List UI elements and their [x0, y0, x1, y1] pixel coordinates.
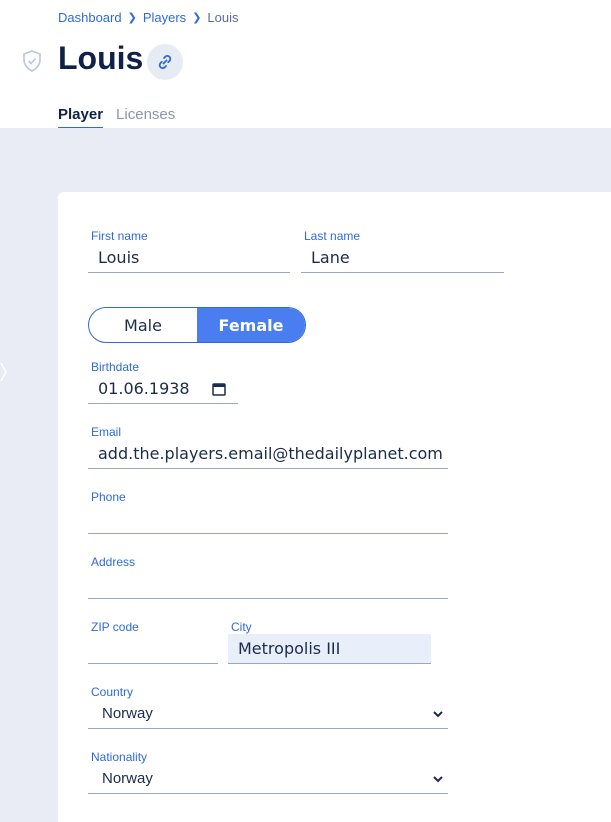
link-icon	[158, 55, 172, 69]
first-name-label: First name	[91, 229, 148, 243]
city-input[interactable]: Metropolis III	[228, 634, 431, 664]
zip-input[interactable]	[88, 634, 218, 664]
page-title: Louis	[58, 40, 144, 76]
email-field: Email add.the.players.email@thedailyplan…	[88, 425, 448, 469]
gender-male-option[interactable]: Male	[89, 308, 197, 342]
nationality-value: Norway	[102, 770, 153, 787]
breadcrumb-current: Louis	[207, 10, 239, 25]
email-label: Email	[91, 425, 122, 439]
tab-bar: Player Licenses	[58, 106, 188, 130]
breadcrumb-separator-icon: ❯	[127, 12, 137, 24]
tab-licenses[interactable]: Licenses	[116, 106, 175, 130]
last-name-label: Last name	[304, 229, 361, 243]
chevron-down-icon	[433, 776, 443, 783]
birthdate-value: 01.06.1938	[98, 379, 190, 398]
first-name-field: First name Louis	[88, 229, 290, 273]
breadcrumb-players[interactable]: Players	[143, 10, 186, 25]
nationality-select[interactable]: Norway	[88, 764, 448, 794]
address-label: Address	[91, 555, 136, 569]
chevron-down-icon	[433, 711, 443, 718]
nationality-field: Nationality Norway	[88, 750, 448, 794]
breadcrumb: Dashboard ❯ Players ❯ Louis	[58, 10, 238, 25]
birthdate-field: Birthdate 01.06.1938	[88, 360, 238, 404]
phone-label: Phone	[91, 490, 126, 504]
tab-player[interactable]: Player	[58, 106, 104, 130]
chevron-right-icon[interactable]	[0, 362, 8, 382]
breadcrumb-separator-icon: ❯	[192, 12, 202, 24]
birthdate-input[interactable]: 01.06.1938	[88, 374, 238, 404]
city-label: City	[231, 620, 252, 634]
country-label: Country	[91, 685, 134, 699]
calendar-icon[interactable]	[212, 382, 226, 396]
phone-input[interactable]	[88, 504, 448, 534]
address-field: Address	[88, 555, 448, 599]
birthdate-label: Birthdate	[91, 360, 140, 374]
nationality-label: Nationality	[91, 750, 148, 764]
zip-field: ZIP code	[88, 620, 218, 664]
city-field: City Metropolis III	[228, 620, 431, 664]
phone-field: Phone	[88, 490, 448, 534]
copy-link-button[interactable]	[147, 44, 183, 80]
breadcrumb-dashboard[interactable]: Dashboard	[58, 10, 122, 25]
last-name-field: Last name Lane	[301, 229, 504, 273]
country-select[interactable]: Norway	[88, 699, 448, 729]
email-input[interactable]: add.the.players.email@thedailyplanet.com	[88, 439, 448, 469]
gender-toggle: Male Female	[88, 307, 306, 343]
country-value: Norway	[102, 705, 153, 722]
last-name-input[interactable]: Lane	[301, 243, 504, 273]
gender-female-option[interactable]: Female	[197, 308, 305, 342]
shield-check-icon	[23, 50, 41, 72]
country-field: Country Norway	[88, 685, 448, 729]
address-input[interactable]	[88, 569, 448, 599]
first-name-input[interactable]: Louis	[88, 243, 290, 273]
zip-label: ZIP code	[91, 620, 139, 634]
